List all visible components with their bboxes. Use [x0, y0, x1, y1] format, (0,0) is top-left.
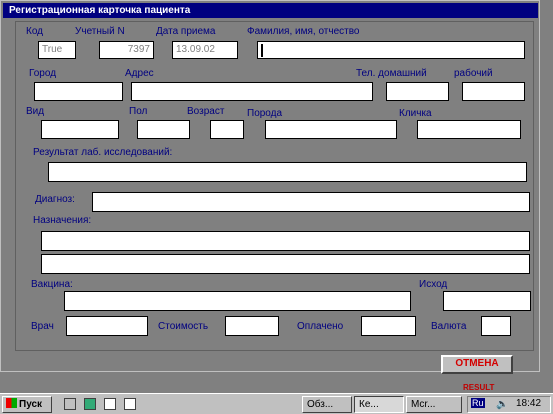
rezultat-field[interactable]	[48, 162, 527, 182]
windows-logo-icon	[6, 398, 17, 408]
vid-label: Вид	[26, 106, 45, 117]
vozrast-label: Возраст	[187, 106, 225, 117]
task-button-3[interactable]: Mcr...	[406, 396, 462, 413]
speaker-icon[interactable]: 🔈	[496, 399, 508, 410]
clock[interactable]: 18:42	[516, 398, 541, 409]
cancel-button[interactable]: ОТМЕНА	[441, 355, 513, 374]
tel-dom-field[interactable]	[386, 82, 449, 101]
result-note: RESULT	[463, 383, 495, 392]
ishod-label: Исход	[419, 279, 448, 290]
data-priema-field[interactable]: 13.09.02	[172, 41, 238, 59]
fio-field[interactable]	[257, 41, 525, 59]
diagnoz-field[interactable]	[92, 192, 530, 212]
stoimost-label: Стоимость	[158, 321, 209, 332]
start-label: Пуск	[19, 399, 43, 410]
tel-dom-label: Тел. домашний	[356, 68, 427, 79]
poroda-label: Порода	[247, 108, 283, 119]
quicklaunch-channels-icon[interactable]	[124, 398, 136, 410]
fio-label: Фамилия, имя, отчество	[247, 26, 360, 37]
quicklaunch-desktop-icon[interactable]	[84, 398, 96, 410]
vozrast-field[interactable]	[210, 120, 244, 139]
vid-field[interactable]	[41, 120, 119, 139]
vakcina-label: Вакцина:	[31, 279, 73, 290]
task-button-2[interactable]: Ке...	[354, 396, 404, 413]
valuta-label: Валюта	[431, 321, 467, 332]
task-button-1[interactable]: Обз...	[302, 396, 352, 413]
pol-label: Пол	[129, 106, 148, 117]
oplacheno-label: Оплачено	[297, 321, 344, 332]
start-button[interactable]: Пуск	[2, 396, 52, 413]
poroda-field[interactable]	[265, 120, 397, 139]
adres-field[interactable]	[131, 82, 373, 101]
task-label-3: Mcr...	[411, 399, 436, 410]
ishod-field[interactable]	[443, 291, 531, 311]
task-label-2: Ке...	[359, 399, 379, 410]
adres-label: Адрес	[125, 68, 154, 79]
quicklaunch-ie-icon[interactable]	[64, 398, 76, 410]
vrach-field[interactable]	[66, 316, 148, 336]
gorod-label: Город	[29, 68, 57, 79]
tel-rab-field[interactable]	[462, 82, 525, 101]
uchet-field[interactable]: 7397	[99, 41, 154, 59]
naznacheniya-field-1[interactable]	[41, 231, 530, 251]
window-title: Регистрационная карточка пациента	[3, 3, 538, 18]
klichka-field[interactable]	[417, 120, 521, 139]
task-label-1: Обз...	[307, 399, 334, 410]
data-priema-label: Дата приема	[156, 26, 216, 37]
rezultat-label: Результат лаб. исследований:	[33, 147, 173, 158]
language-indicator[interactable]: Ru	[471, 398, 485, 408]
stoimost-field[interactable]	[225, 316, 279, 336]
patient-card-window: Регистрационная карточка пациента Код Tr…	[0, 0, 540, 372]
vakcina-field[interactable]	[64, 291, 411, 311]
kod-field[interactable]: True	[38, 41, 76, 59]
taskbar: Пуск Обз... Ке... Mcr... Ru 🔈 18:42	[0, 393, 553, 414]
pol-field[interactable]	[137, 120, 190, 139]
diagnoz-label: Диагноз:	[35, 194, 75, 205]
oplacheno-field[interactable]	[361, 316, 416, 336]
kod-label: Код	[26, 26, 44, 37]
naznacheniya-field-2[interactable]	[41, 254, 530, 274]
quicklaunch-outlook-icon[interactable]	[104, 398, 116, 410]
tel-rab-label: рабочий	[454, 68, 493, 79]
vrach-label: Врач	[31, 321, 54, 332]
klichka-label: Кличка	[399, 108, 432, 119]
uchet-label: Учетный N	[75, 26, 125, 37]
naznacheniya-label: Назначения:	[33, 215, 92, 226]
gorod-field[interactable]	[34, 82, 123, 101]
valuta-field[interactable]	[481, 316, 511, 336]
system-tray: Ru 🔈 18:42	[467, 396, 551, 413]
